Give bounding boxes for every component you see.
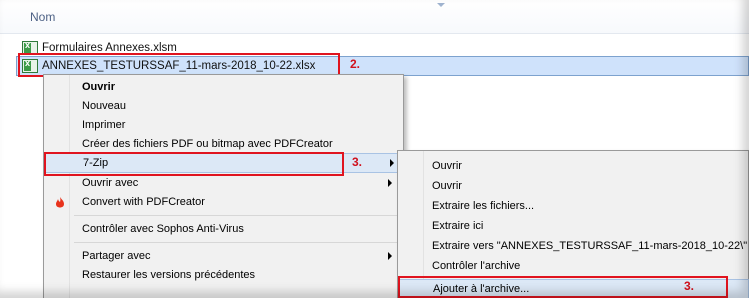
menu-item-partager-label: Partager avec xyxy=(82,250,151,262)
column-header-name[interactable]: Nom xyxy=(30,10,55,24)
menu-gutter xyxy=(44,75,70,298)
context-menu: Ouvrir Nouveau Imprimer Créer des fichie… xyxy=(43,74,404,298)
menu-item-sophos[interactable]: Contrôler avec Sophos Anti-Virus xyxy=(82,219,382,239)
menu-item-partager[interactable]: Partager avec xyxy=(82,246,402,266)
highlight-box-step3-ajouter xyxy=(398,276,728,298)
menu-separator xyxy=(74,215,400,216)
submenu-item-ouvrir[interactable]: Ouvrir xyxy=(432,156,742,176)
step-label-3: 3. xyxy=(352,155,363,169)
step-label-2: 2. xyxy=(350,57,361,71)
menu-item-ouvrir-avec[interactable]: Ouvrir avec xyxy=(82,173,402,193)
menu-item-imprimer[interactable]: Imprimer xyxy=(82,115,382,135)
menu-separator xyxy=(74,242,400,243)
menu-item-restaurer[interactable]: Restaurer les versions précédentes xyxy=(82,265,382,285)
submenu-arrow-icon xyxy=(390,159,394,167)
menu-item-convert-pdf[interactable]: Convert with PDFCreator xyxy=(82,192,382,212)
menu-item-ouvrir[interactable]: Ouvrir xyxy=(82,77,382,97)
highlight-box-step3-7zip xyxy=(44,152,344,176)
submenu-item-ouvrir-2[interactable]: Ouvrir xyxy=(432,176,742,196)
column-header: Nom xyxy=(0,0,749,34)
submenu-item-extraire-vers[interactable]: Extraire vers "ANNEXES_TESTURSSAF_11-mar… xyxy=(432,236,749,256)
submenu-item-controler[interactable]: Contrôler l'archive xyxy=(432,256,742,276)
submenu-arrow-icon xyxy=(388,252,392,260)
submenu-arrow-icon xyxy=(388,179,392,187)
menu-item-nouveau[interactable]: Nouveau xyxy=(82,96,382,116)
sort-arrow-icon xyxy=(437,3,445,7)
menu-item-ouvrir-avec-label: Ouvrir avec xyxy=(82,177,139,189)
step-label-3b: 3. xyxy=(684,279,695,293)
pdfcreator-flame-icon xyxy=(56,197,64,208)
submenu-item-extraire-fichiers[interactable]: Extraire les fichiers... xyxy=(432,196,742,216)
menu-item-pdfcreator[interactable]: Créer des fichiers PDF ou bitmap avec PD… xyxy=(82,134,382,154)
submenu-item-extraire-ici[interactable]: Extraire ici xyxy=(432,216,742,236)
